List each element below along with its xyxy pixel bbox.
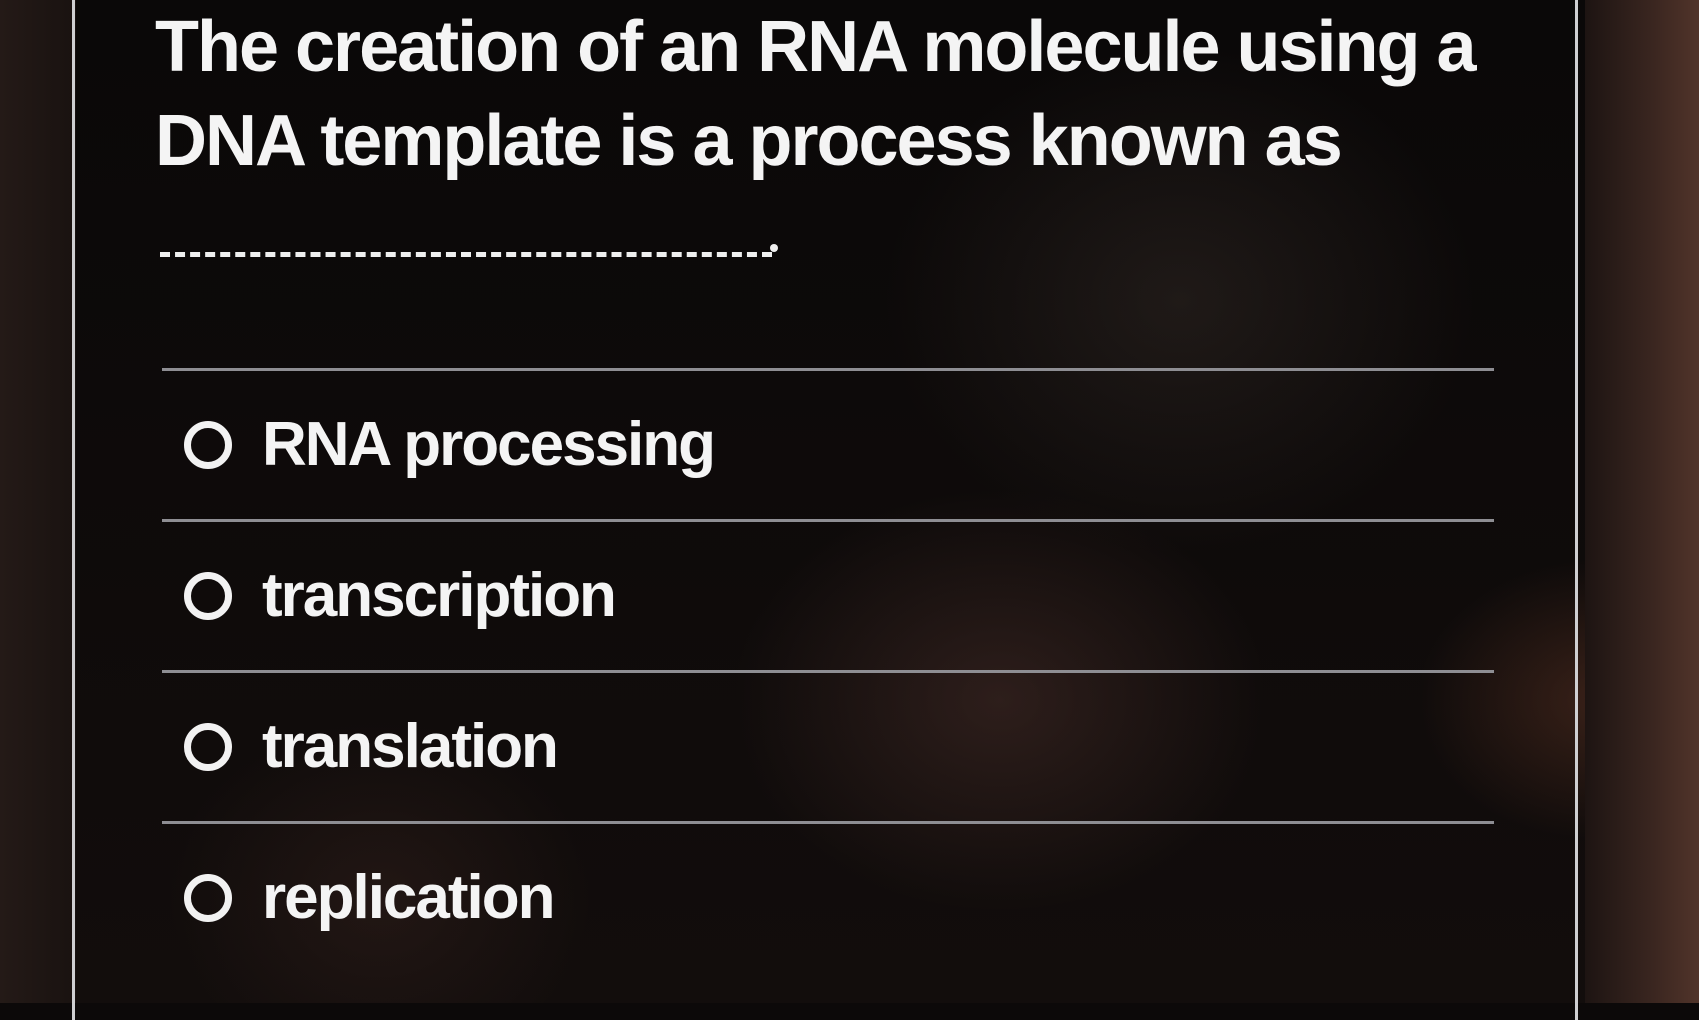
answer-blank	[160, 252, 772, 257]
radio-button[interactable]	[184, 874, 232, 922]
radio-button[interactable]	[184, 421, 232, 469]
option-rna-processing[interactable]: RNA processing	[162, 371, 1494, 519]
option-label: transcription	[262, 561, 617, 630]
option-label: RNA processing	[262, 410, 716, 479]
option-translation[interactable]: translation	[162, 673, 1494, 821]
option-label: translation	[262, 712, 559, 781]
option-transcription[interactable]: transcription	[162, 522, 1494, 670]
radio-button[interactable]	[184, 723, 232, 771]
answer-options: RNA processing transcription translation…	[162, 368, 1494, 972]
question-prompt: The creation of an RNA molecule using a …	[155, 7, 1477, 181]
right-bezel	[1585, 0, 1699, 1003]
radio-button[interactable]	[184, 572, 232, 620]
option-replication[interactable]: replication	[162, 824, 1494, 972]
left-bezel	[0, 0, 76, 1003]
blank-period	[770, 244, 778, 252]
option-label: replication	[262, 863, 556, 932]
